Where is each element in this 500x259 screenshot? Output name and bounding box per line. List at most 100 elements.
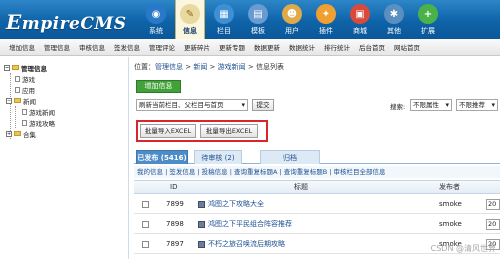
- subnav-item[interactable]: 管理信息: [44, 42, 70, 52]
- add-info-button[interactable]: 增加信息: [136, 80, 181, 93]
- topnav-columns[interactable]: ▦ 栏目: [209, 0, 239, 39]
- tree-item-label: 游戏: [22, 75, 35, 84]
- breadcrumb-link[interactable]: 管理信息: [155, 63, 183, 71]
- tab-archived[interactable]: 归档: [260, 150, 320, 164]
- gear-icon: ✱: [384, 4, 404, 24]
- collapse-icon[interactable]: −: [4, 64, 10, 71]
- document-icon: [15, 75, 20, 82]
- subnav-item[interactable]: 后台首页: [359, 42, 385, 52]
- document-icon: ✎: [180, 4, 200, 24]
- row-checkbox[interactable]: [142, 220, 149, 228]
- column-author: 发布者: [439, 183, 460, 191]
- topnav-document[interactable]: ✎ 信息: [175, 0, 205, 39]
- topnav-gear[interactable]: ✱ 其他: [379, 0, 409, 39]
- user-icon: ☻: [282, 4, 302, 24]
- export-excel-button[interactable]: 批量导出EXCEL: [200, 124, 258, 138]
- topnav-plugin[interactable]: ✦ 插件: [311, 0, 341, 39]
- breadcrumb-link[interactable]: 游戏新闻: [218, 63, 246, 71]
- category-tree: − 管理信息 游戏 应用 − 新闻 游戏新闻 游戏攻略 + 合集: [0, 57, 129, 259]
- subnav-item[interactable]: 网站首页: [394, 42, 420, 52]
- row-checkbox[interactable]: [142, 200, 149, 208]
- tree-item-game[interactable]: 游戏: [11, 73, 124, 84]
- topnav-label: 模板: [251, 27, 265, 35]
- tab-pending[interactable]: 待审核 (2): [194, 150, 242, 164]
- column-id[interactable]: ID: [170, 181, 177, 193]
- breadcrumb: 位置：管理信息 > 新闻 > 游戏新闻 > 信息列表: [134, 62, 284, 72]
- topnav-template[interactable]: ▤ 模板: [243, 0, 273, 39]
- folder-icon: [12, 65, 19, 70]
- recommend-select[interactable]: 不限推荐: [456, 99, 498, 111]
- topnav-globe[interactable]: ◉ 系统: [141, 0, 171, 39]
- filter-links[interactable]: 我的信息 | 签发信息 | 投稿信息 | 查询重复标题A | 查询重复标题B |…: [134, 166, 500, 178]
- edit-icon[interactable]: [198, 200, 205, 208]
- subnav-item[interactable]: 数据统计: [289, 42, 315, 52]
- attribute-select[interactable]: 不限属性: [410, 99, 452, 111]
- subnav-item[interactable]: 更新专题: [219, 42, 245, 52]
- topnav-user[interactable]: ☻ 用户: [277, 0, 307, 39]
- date-field[interactable]: 20: [486, 198, 500, 210]
- top-header: EmpireCMS ◉ 系统 ✎ 信息 ▦ 栏目 ▤ 模板 ☻ 用户 ✦ 插件 ▣ 商城 ✱ 其他 + 扩展: [0, 0, 500, 39]
- subnav-item[interactable]: 增加信息: [9, 42, 35, 52]
- template-icon: ▤: [248, 4, 268, 24]
- watermark: CSDN @清风世界: [430, 244, 496, 253]
- topnav-plus[interactable]: + 扩展: [413, 0, 443, 39]
- topnav-label: 商城: [353, 27, 367, 35]
- top-nav: ◉ 系统 ✎ 信息 ▦ 栏目 ▤ 模板 ☻ 用户 ✦ 插件 ▣ 商城 ✱ 其他 + 扩展: [141, 0, 447, 39]
- row-author: smoke: [439, 220, 462, 228]
- expand-icon[interactable]: +: [6, 130, 12, 137]
- tree-item-label: 合集: [23, 130, 36, 139]
- logo-rest: mpireCMS: [21, 14, 127, 34]
- tab-published[interactable]: 已发布 (5416): [136, 150, 188, 164]
- row-id: 7899: [166, 200, 184, 208]
- column-title: 标题: [294, 183, 308, 191]
- subnav-item[interactable]: 签发信息: [114, 42, 140, 52]
- tree-root-label: 管理信息: [21, 64, 47, 73]
- subnav-item[interactable]: 更新碎片: [184, 42, 210, 52]
- collapse-icon[interactable]: −: [6, 97, 12, 104]
- logo: EmpireCMS: [6, 10, 126, 34]
- topnav-label: 栏目: [217, 27, 231, 35]
- document-icon: [22, 119, 27, 126]
- tree-item-label: 新闻: [23, 97, 36, 106]
- breadcrumb-current: 信息列表: [255, 63, 284, 71]
- folder-icon: [14, 98, 21, 103]
- date-field[interactable]: 20: [486, 218, 500, 230]
- tree-item-collection[interactable]: + 合集: [6, 128, 124, 139]
- submit-button[interactable]: 提交: [252, 99, 274, 111]
- logo-initial: E: [6, 10, 22, 34]
- breadcrumb-link[interactable]: 新闻: [193, 63, 207, 71]
- table-row: 7898 鸿图之下平民组合阵容推荐 smoke 20: [134, 215, 500, 234]
- subnav-item[interactable]: 管理评论: [149, 42, 175, 52]
- shop-icon: ▣: [350, 4, 370, 24]
- table-header: ID 标题 发布者: [134, 180, 500, 194]
- tree-root[interactable]: − 管理信息: [4, 62, 124, 73]
- subnav-item[interactable]: 数据更新: [254, 42, 280, 52]
- row-author: smoke: [439, 200, 462, 208]
- tree-item-news[interactable]: − 新闻: [6, 95, 124, 106]
- row-id: 7897: [166, 240, 184, 248]
- edit-icon[interactable]: [198, 220, 205, 228]
- import-excel-button[interactable]: 批量导入EXCEL: [140, 124, 196, 138]
- row-checkbox[interactable]: [142, 240, 149, 248]
- edit-icon[interactable]: [198, 240, 205, 248]
- table-row: 7899 鸿图之下攻略大全 smoke 20: [134, 195, 500, 214]
- folder-icon: [14, 131, 21, 136]
- plugin-icon: ✦: [316, 4, 336, 24]
- plus-icon: +: [418, 4, 438, 24]
- row-title[interactable]: 鸿图之下攻略大全: [208, 199, 264, 209]
- tree-item-label: 应用: [22, 86, 35, 95]
- tree-item-app[interactable]: 应用: [11, 84, 124, 95]
- row-id: 7898: [166, 220, 184, 228]
- tree-item-game-news[interactable]: 游戏新闻: [16, 106, 124, 117]
- subnav-item[interactable]: 排行统计: [324, 42, 350, 52]
- row-title[interactable]: 不朽之旅召唤流后期攻略: [208, 239, 285, 249]
- refresh-select[interactable]: 刷新当前栏目、父栏目与首页: [136, 99, 248, 111]
- row-title[interactable]: 鸿图之下平民组合阵容推荐: [208, 219, 292, 229]
- tree-item-label: 游戏新闻: [29, 108, 55, 117]
- tree-item-game-guide[interactable]: 游戏攻略: [16, 117, 124, 128]
- columns-icon: ▦: [214, 4, 234, 24]
- subnav-item[interactable]: 审核信息: [79, 42, 105, 52]
- topnav-label: 用户: [285, 27, 299, 35]
- globe-icon: ◉: [146, 4, 166, 24]
- topnav-shop[interactable]: ▣ 商城: [345, 0, 375, 39]
